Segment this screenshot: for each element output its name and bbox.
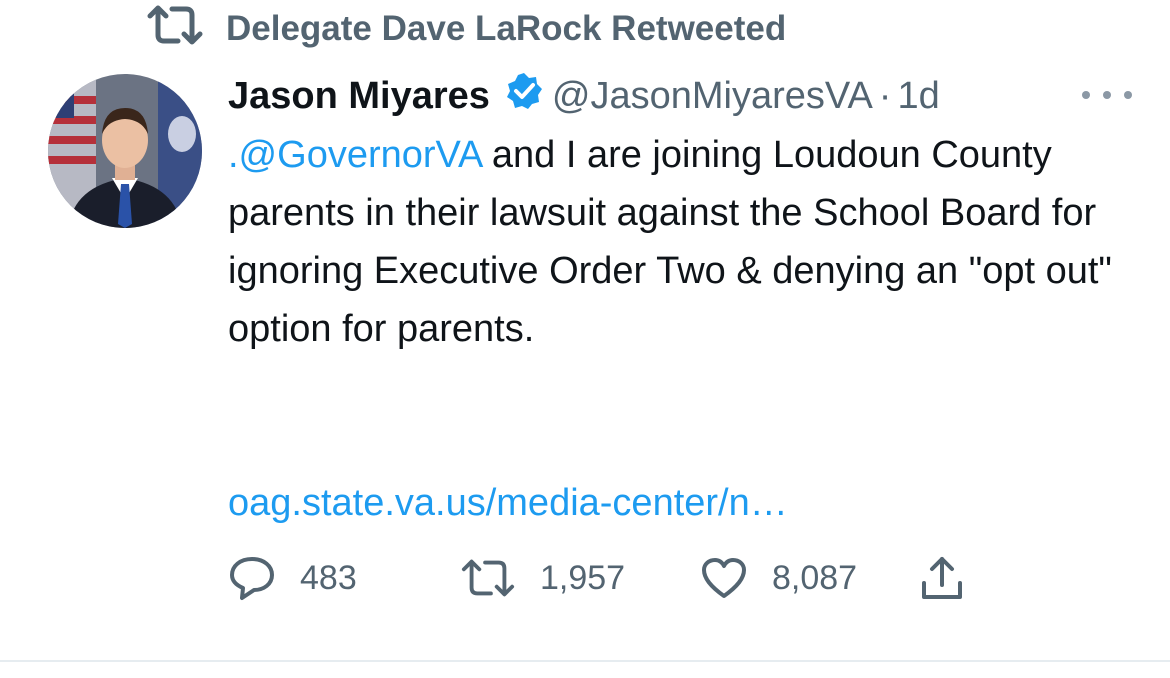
more-options-icon[interactable] [1082,80,1132,110]
avatar[interactable] [48,74,202,228]
reply-count: 483 [300,558,357,597]
tweet-text: .@GovernorVA and I are joining Loudoun C… [228,126,1128,358]
retweet-context[interactable]: Delegate Dave LaRock Retweeted [146,5,787,50]
author-name[interactable]: Jason Miyares [228,75,490,118]
divider [0,660,1170,662]
retweet-icon [146,5,204,54]
tweet-actions: 483 1,957 8,087 [228,550,964,606]
like-button[interactable]: 8,087 [700,556,920,600]
mention-link[interactable]: .@GovernorVA [228,134,481,176]
heart-icon [700,556,748,600]
separator-dot: · [878,74,892,117]
retweet-count: 1,957 [540,558,626,597]
share-icon [920,555,964,601]
tweet-header: Jason Miyares @JasonMiyaresVA · 1d [228,68,1130,124]
tweet-link[interactable]: oag.state.va.us/media-center/n… [228,482,788,524]
tweet-timestamp[interactable]: 1d [897,75,939,118]
like-count: 8,087 [772,558,858,597]
retweet-button[interactable]: 1,957 [460,558,700,598]
retweet-context-label: Delegate Dave LaRock Retweeted [226,9,787,48]
share-button[interactable] [920,555,964,601]
retweet-action-icon [460,558,516,598]
verified-badge-icon [490,71,552,121]
reply-icon [228,555,276,601]
author-handle[interactable]: @JasonMiyaresVA [552,75,873,118]
reply-button[interactable]: 483 [228,555,460,601]
